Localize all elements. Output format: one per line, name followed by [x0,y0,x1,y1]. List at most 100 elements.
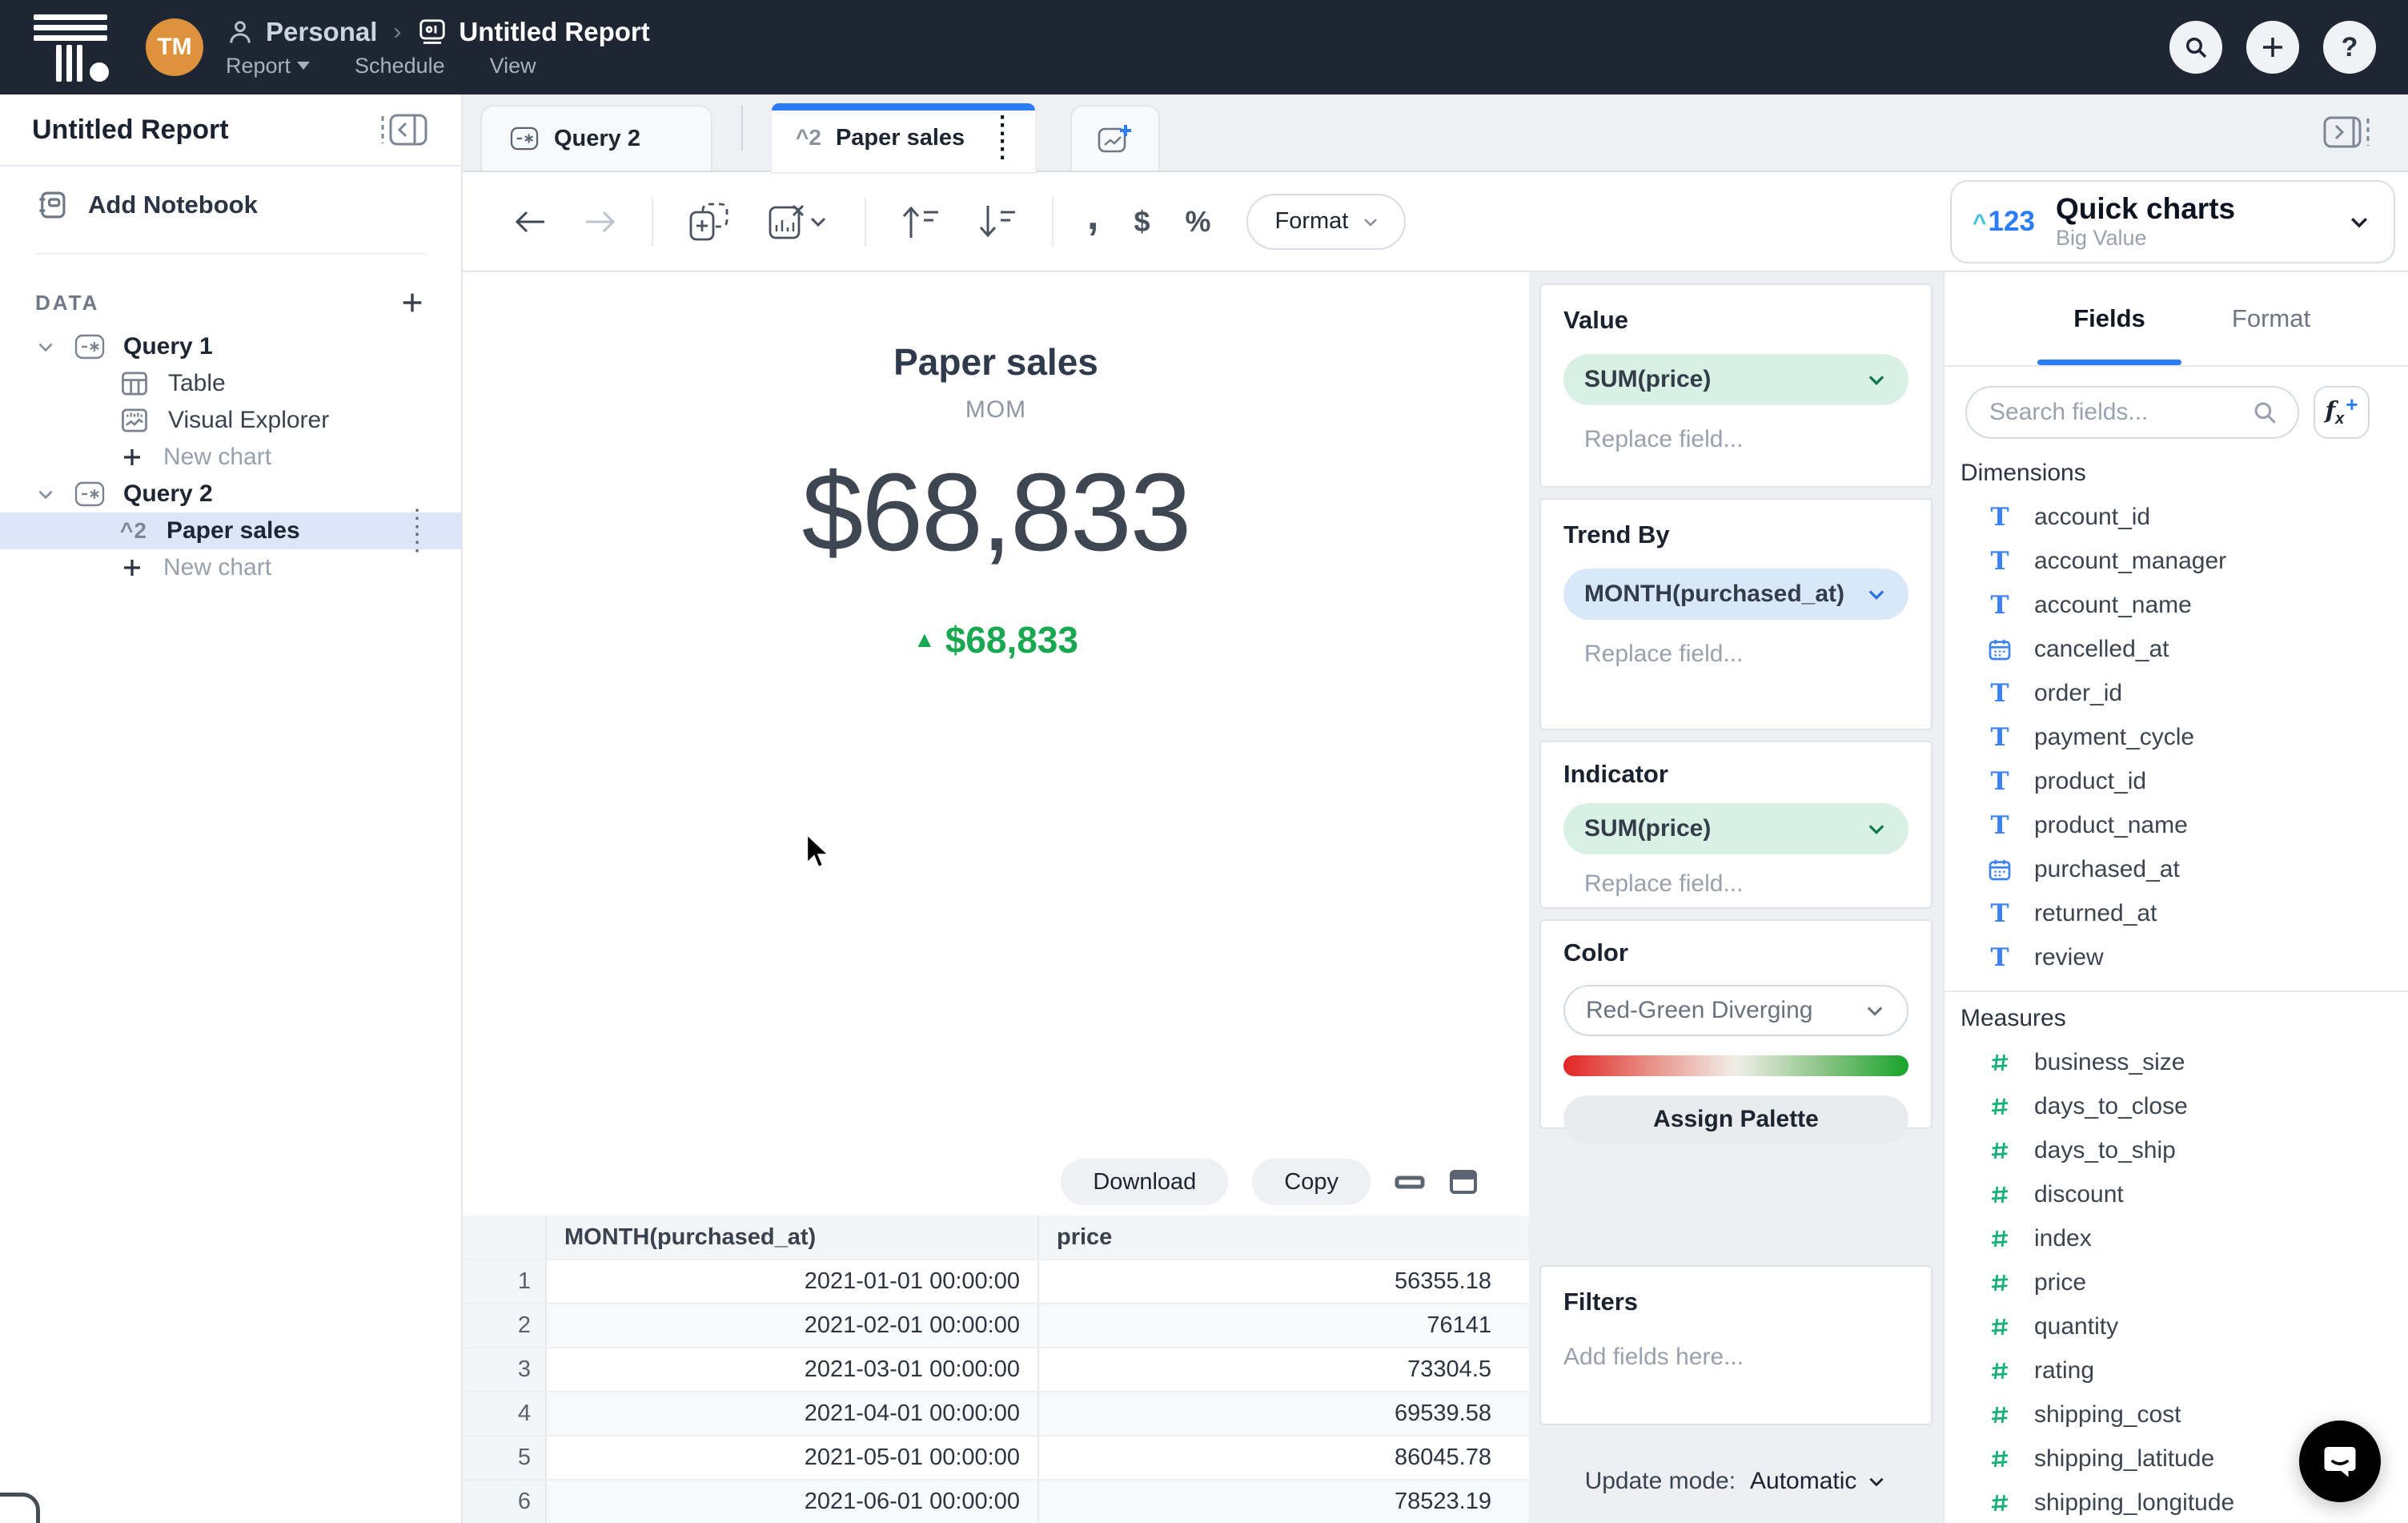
sidebar-item-query1[interactable]: Query 1 [0,328,461,365]
toolbar: , $ % Format ^ 123 Quick charts Big Value [463,172,2408,272]
expand-table-icon[interactable] [1449,1169,1478,1195]
search-fields-input[interactable]: Search fields... [1965,386,2299,439]
help-button[interactable]: ? [2323,21,2376,74]
field-price[interactable]: price [1944,1260,2408,1304]
field-quantity[interactable]: quantity [1944,1304,2408,1348]
indicator-field-pill[interactable]: SUM(price) [1563,803,1908,854]
collapse-table-icon[interactable] [1395,1172,1425,1191]
quick-charts-selector[interactable]: ^ 123 Quick charts Big Value [1950,180,2395,263]
format-dropdown[interactable]: Format [1246,193,1407,250]
percent-format-button[interactable]: % [1185,205,1210,239]
field-purchased-at[interactable]: purchased_at [1944,847,2408,891]
trend-field-pill[interactable]: MONTH(purchased_at) [1563,569,1908,620]
trend-by-title: Trend By [1563,520,1670,549]
table-row[interactable]: 5 2021-05-01 00:00:00 86045.78 [463,1435,1529,1479]
field-product-id[interactable]: Tproduct_id [1944,759,2408,803]
palette-select[interactable]: Red-Green Diverging [1563,985,1908,1036]
tab-format[interactable]: Format [2199,272,2343,365]
chart-canvas: Paper sales MOM $68,833 ▲ $68,833 Downlo… [463,272,1529,1523]
sidebar-item-table[interactable]: Table [0,365,461,402]
undo-button[interactable] [512,208,548,235]
trend-replace-field[interactable]: Replace field... [1563,641,1908,668]
sidebar-item-new-chart-q2[interactable]: New chart [0,549,461,586]
field-returned-at[interactable]: Treturned_at [1944,891,2408,935]
number-field-icon [1986,1359,2013,1383]
add-query-icon[interactable] [399,289,426,316]
avatar[interactable]: TM [146,18,203,76]
sidebar-report-title: Untitled Report [32,114,229,145]
search-button[interactable] [2169,21,2222,74]
field-payment-cycle[interactable]: Tpayment_cycle [1944,715,2408,759]
assign-palette-button[interactable]: Assign Palette [1563,1095,1908,1143]
thousands-separator-button[interactable]: , [1087,195,1098,236]
number-field-icon [1986,1227,2013,1251]
brand-logo-icon[interactable] [32,13,115,82]
field-order-id[interactable]: Torder_id [1944,671,2408,715]
filters-dropzone[interactable]: Add fields here... [1563,1344,1908,1371]
menu-schedule[interactable]: Schedule [355,54,445,78]
breadcrumb-report-title[interactable]: Untitled Report [459,17,649,47]
divider [1944,991,2408,992]
field-cancelled-at[interactable]: cancelled_at [1944,627,2408,671]
mouse-cursor [805,833,834,871]
field-index[interactable]: index [1944,1216,2408,1260]
currency-format-button[interactable]: $ [1134,205,1150,239]
column-header-month[interactable]: MONTH(purchased_at) [547,1216,1039,1259]
add-field-button[interactable] [687,201,732,243]
text-field-icon: T [1990,502,2009,532]
field-rating[interactable]: rating [1944,1348,2408,1392]
sidebar-item-new-chart-q1[interactable]: New chart [0,439,461,476]
field-days-to-ship[interactable]: days_to_ship [1944,1128,2408,1172]
breadcrumb-workspace[interactable]: Personal [266,17,377,47]
field-days-to-close[interactable]: days_to_close [1944,1084,2408,1128]
update-mode-select[interactable]: Automatic [1750,1468,1887,1495]
chevron-down-icon [1868,590,1884,600]
table-row[interactable]: 4 2021-04-01 00:00:00 69539.58 [463,1391,1529,1435]
date-field-icon [1986,857,2013,882]
collapse-sidebar-icon[interactable] [379,111,429,148]
field-business-size[interactable]: business_size [1944,1040,2408,1084]
add-formula-button[interactable]: fx + [2314,386,2370,439]
column-header-price[interactable]: price [1039,1216,1509,1259]
field-review[interactable]: Treview [1944,935,2408,979]
field-account-manager[interactable]: Taccount_manager [1944,539,2408,583]
number-field-icon [1986,1051,2013,1075]
menu-view[interactable]: View [490,54,536,78]
tab-kebab-menu-icon[interactable]: ⋮ ⋮ [990,114,1014,162]
add-notebook-button[interactable]: Add Notebook [0,184,461,226]
value-replace-field[interactable]: Replace field... [1563,426,1908,453]
fields-panel: Fields Format Search fields... fx + Dimen… [1944,272,2408,1523]
clear-chart-button[interactable] [767,201,831,243]
query-icon [74,481,105,507]
sidebar-item-paper-sales[interactable]: ^2 Paper sales ⋮ ⋮ [0,507,461,555]
table-header-row: MONTH(purchased_at) price [463,1216,1529,1259]
collapse-right-panel-icon[interactable] [2322,114,2371,151]
field-account-id[interactable]: Taccount_id [1944,495,2408,539]
tab-paper-sales[interactable]: ^2 Paper sales ⋮ ⋮ [772,103,1036,172]
app-root: TM Personal › Untitled Report Report Sch… [0,0,2408,1523]
sidebar-item-visual-explorer[interactable]: Visual Explorer [0,402,461,439]
chevron-down-icon [297,62,311,70]
menu-report[interactable]: Report [226,54,311,78]
table-row[interactable]: 2 2021-02-01 00:00:00 76141 [463,1303,1529,1347]
kebab-menu-icon[interactable]: ⋮ ⋮ [405,507,429,555]
table-row[interactable]: 3 2021-03-01 00:00:00 73304.5 [463,1347,1529,1391]
download-button[interactable]: Download [1061,1159,1229,1205]
tab-fields[interactable]: Fields [2037,272,2181,365]
indicator-replace-field[interactable]: Replace field... [1563,870,1908,898]
value-field-pill[interactable]: SUM(price) [1563,354,1908,405]
field-product-name[interactable]: Tproduct_name [1944,803,2408,847]
field-discount[interactable]: discount [1944,1172,2408,1216]
field-account-name[interactable]: Taccount_name [1944,583,2408,627]
table-row[interactable]: 1 2021-01-01 00:00:00 56355.18 [463,1259,1529,1303]
sort-descending-button[interactable] [977,203,1018,241]
add-button[interactable] [2246,21,2299,74]
redo-button[interactable] [583,208,618,235]
copy-button[interactable]: Copy [1252,1159,1371,1205]
tab-query2[interactable]: Query 2 [480,105,712,171]
sidebar-item-query2[interactable]: Query 2 [0,476,461,512]
chat-support-button[interactable] [2299,1421,2381,1502]
table-row[interactable]: 6 2021-06-01 00:00:00 78523.19 [463,1479,1529,1523]
sort-ascending-button[interactable] [900,203,941,241]
tab-new-chart[interactable] [1070,105,1161,171]
